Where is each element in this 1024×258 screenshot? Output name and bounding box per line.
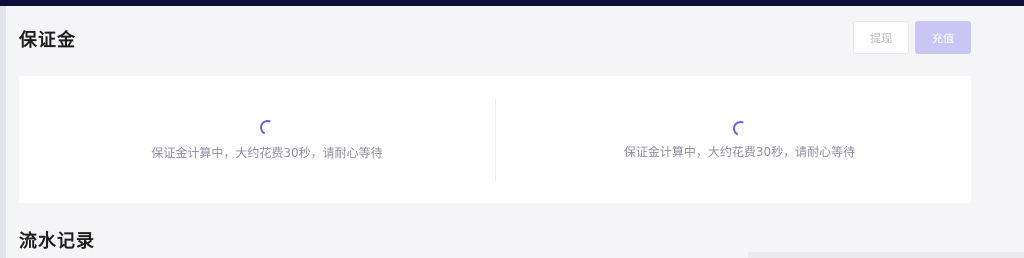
deposit-loading-text: 保证金计算中，大约花费30秒，请耐心等待 — [623, 145, 856, 159]
deposit-panel-left: 保证金计算中，大约花费30秒，请耐心等待 — [19, 76, 495, 203]
deposit-loading-text: 保证金计算中，大约花费30秒，请耐心等待 — [151, 146, 383, 160]
bottom-edge-strip — [748, 252, 1024, 258]
loading-spinner-icon — [730, 118, 751, 139]
loading-spinner-icon — [257, 117, 278, 138]
deposit-section-title: 保证金 — [19, 30, 76, 51]
flow-records-title: 流水记录 — [19, 231, 95, 252]
left-sidebar-edge — [0, 6, 6, 258]
top-nav-bar — [0, 0, 1024, 6]
withdraw-button[interactable]: 提现 — [853, 21, 909, 54]
deposit-panel-right: 保证金计算中，大约花费30秒，请耐心等待 — [496, 76, 971, 203]
deposit-card: 保证金计算中，大约花费30秒，请耐心等待 保证金计算中，大约花费30秒，请耐心等… — [19, 76, 971, 203]
recharge-button[interactable]: 充值 — [915, 21, 971, 54]
